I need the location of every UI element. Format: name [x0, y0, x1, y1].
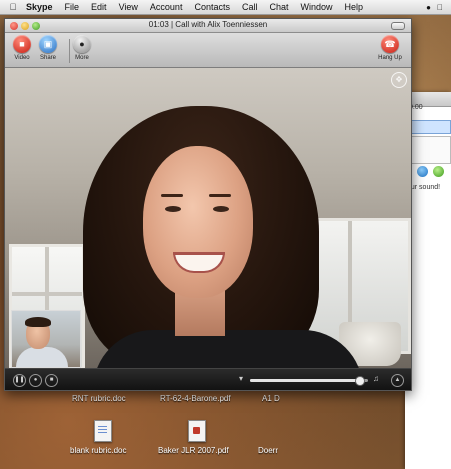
caller-face: [143, 146, 253, 298]
menu-call[interactable]: Call: [236, 2, 264, 12]
caller-shirt: [93, 330, 363, 368]
record-icon[interactable]: ●: [29, 374, 42, 387]
caller-eye: [165, 206, 181, 212]
desktop-file-label[interactable]: Doerr: [258, 446, 278, 455]
background-window-blue-button[interactable]: [417, 166, 428, 177]
menu-app-name[interactable]: Skype: [20, 2, 59, 12]
menu-bar:  Skype File Edit View Account Contacts …: [0, 0, 451, 15]
call-toolbar: ■ Video ▣ Share ● More ☎ Hang Up: [5, 33, 411, 68]
self-view-pip[interactable]: [11, 310, 81, 368]
volume-slider[interactable]: [250, 376, 368, 386]
desktop-file-label[interactable]: blank rubric.doc: [70, 446, 126, 455]
toolbar-toggle-button[interactable]: [391, 22, 405, 30]
pause-icon[interactable]: ❚❚: [13, 374, 26, 387]
share-button[interactable]: ▣ Share: [33, 35, 63, 61]
status-apple-icon[interactable]: : [437, 3, 443, 12]
desktop-file-label[interactable]: RNT rubric.doc: [72, 394, 126, 403]
caller-eye: [213, 206, 229, 212]
stop-icon[interactable]: ■: [45, 374, 58, 387]
desktop-file-label[interactable]: Baker JLR 2007.pdf: [158, 446, 229, 455]
desktop-file-label[interactable]: RT-62-4-Barone.pdf: [160, 394, 231, 403]
background-window-green-button[interactable]: [433, 166, 444, 177]
volume-slider-knob[interactable]: [354, 376, 365, 386]
menu-file[interactable]: File: [59, 2, 86, 12]
skype-call-window: 01:03 | Call with Alix Toenniessen ■ Vid…: [4, 18, 412, 391]
fullscreen-icon[interactable]: ✥: [391, 72, 407, 88]
doc-file-icon[interactable]: [94, 420, 112, 442]
more-icon: ●: [73, 35, 91, 53]
caller-brow: [161, 194, 183, 197]
caller-brow: [209, 194, 231, 197]
self-view-hair: [25, 317, 51, 327]
apple-icon[interactable]: : [6, 2, 20, 12]
hang-up-button[interactable]: ☎ Hang Up: [375, 35, 405, 61]
more-button[interactable]: ● More: [67, 35, 97, 61]
volume-high-icon: ♫: [373, 374, 379, 383]
more-button-label: More: [75, 55, 89, 61]
share-button-label: Share: [39, 55, 56, 61]
fullscreen-toggle-icon[interactable]: ▲: [391, 374, 404, 387]
desktop-file-label[interactable]: A1 D: [262, 394, 280, 403]
volume-low-icon: ▾: [239, 374, 244, 383]
pdf-file-icon[interactable]: [188, 420, 206, 442]
self-view-body: [16, 347, 68, 367]
video-camera-icon: ■: [13, 35, 31, 53]
phone-hangup-icon: ☎: [381, 35, 399, 53]
background-window-input[interactable]: [407, 136, 451, 164]
volume-slider-fill: [250, 379, 359, 382]
background-window-selected-row[interactable]: [407, 120, 451, 134]
status-skype-icon[interactable]: ●: [426, 3, 431, 12]
menu-edit[interactable]: Edit: [85, 2, 113, 12]
call-window-titlebar[interactable]: 01:03 | Call with Alix Toenniessen: [5, 19, 411, 33]
menu-view[interactable]: View: [113, 2, 144, 12]
video-button-label: Video: [14, 55, 30, 61]
menu-window[interactable]: Window: [295, 2, 339, 12]
menu-help[interactable]: Help: [339, 2, 370, 12]
call-controls-bar: ❚❚ ● ■ ▾ ♫ ▲: [5, 368, 411, 390]
menu-chat[interactable]: Chat: [264, 2, 295, 12]
menu-contacts[interactable]: Contacts: [188, 2, 236, 12]
menu-account[interactable]: Account: [144, 2, 189, 12]
call-window-title: 01:03 | Call with Alix Toenniessen: [148, 20, 268, 29]
hang-up-button-label: Hang Up: [378, 55, 402, 61]
remote-video[interactable]: ✥: [5, 68, 411, 368]
share-screen-icon: ▣: [39, 35, 57, 53]
